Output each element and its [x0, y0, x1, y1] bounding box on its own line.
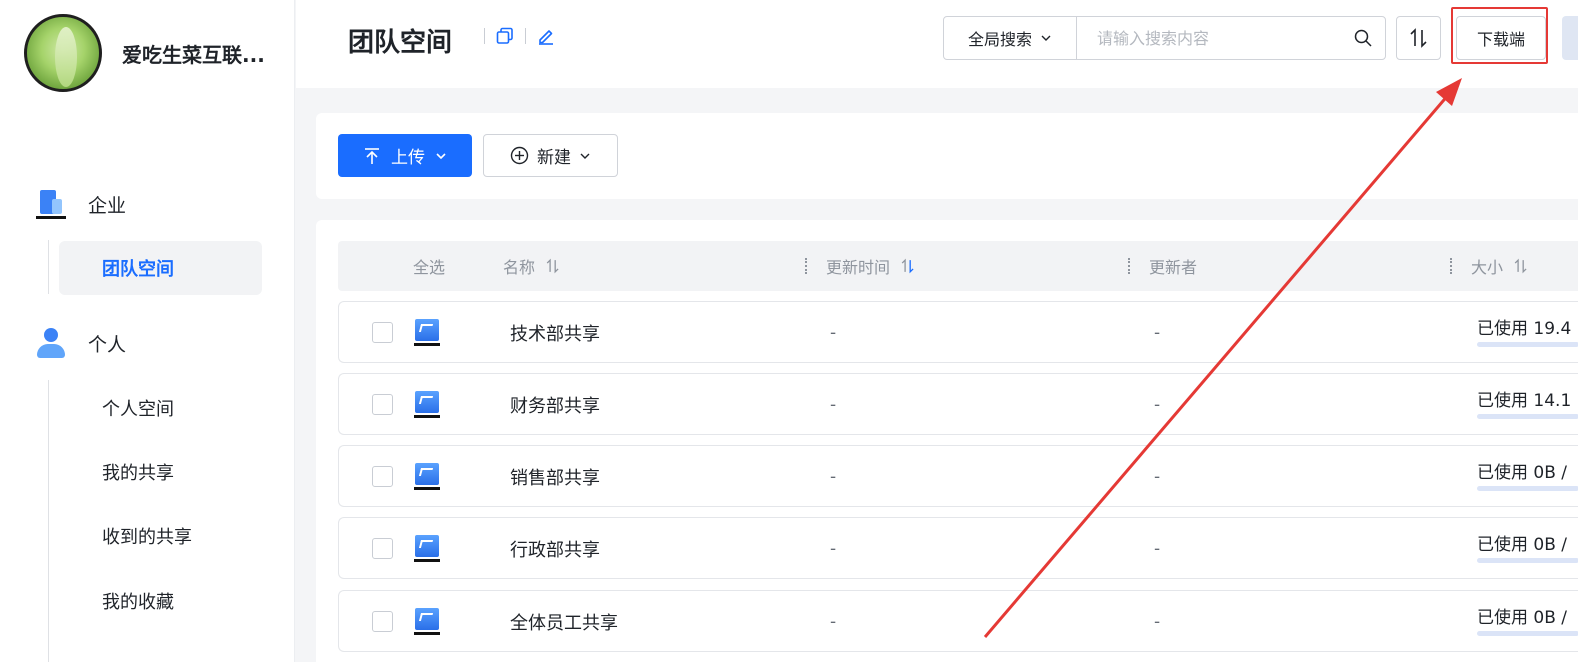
usage-bar — [1477, 486, 1578, 491]
row-updated-time: - — [830, 539, 837, 559]
highlight-box — [1451, 7, 1548, 64]
team-folder-icon — [414, 535, 440, 563]
team-folder-icon — [414, 391, 440, 419]
table-row[interactable]: 财务部共享 - - 已使用 14.1 — [338, 373, 1578, 435]
section-label-personal: 个人 — [88, 333, 127, 356]
row-updated-time: - — [830, 323, 837, 343]
row-name[interactable]: 销售部共享 — [510, 446, 600, 508]
row-updated-time: - — [830, 395, 837, 415]
row-usage: 已使用 19.4 — [1477, 319, 1572, 339]
person-icon — [36, 328, 66, 358]
select-all[interactable]: 全选 — [413, 241, 445, 291]
row-updater: - — [1154, 612, 1161, 632]
row-checkbox[interactable] — [372, 611, 393, 632]
row-updater: - — [1154, 539, 1161, 559]
sort-icon — [901, 258, 914, 274]
column-divider[interactable] — [1128, 258, 1130, 274]
header: 团队空间 全局搜索 下载端 — [296, 0, 1578, 88]
search-input[interactable] — [1077, 17, 1341, 59]
row-name[interactable]: 行政部共享 — [510, 518, 600, 580]
new-label: 新建 — [537, 148, 571, 168]
sidebar-item-my-shares[interactable]: 我的共享 — [59, 445, 262, 499]
row-updated-time: - — [830, 467, 837, 487]
chevron-down-icon — [436, 152, 446, 159]
row-name[interactable]: 全体员工共享 — [510, 591, 618, 653]
section-label-enterprise: 企业 — [88, 194, 127, 217]
sort-icon — [1514, 258, 1527, 274]
table-row[interactable]: 行政部共享 - - 已使用 0B / — [338, 517, 1578, 579]
row-checkbox[interactable] — [372, 466, 393, 487]
global-search: 全局搜索 — [943, 16, 1386, 60]
row-checkbox[interactable] — [372, 538, 393, 559]
row-updater: - — [1154, 467, 1161, 487]
building-icon — [36, 189, 66, 219]
table-row[interactable]: 全体员工共享 - - 已使用 0B / — [338, 590, 1578, 652]
row-updater: - — [1154, 323, 1161, 343]
section-personal[interactable]: 个人 — [36, 328, 126, 358]
upload-icon — [365, 147, 379, 164]
search-icon[interactable] — [1341, 28, 1385, 48]
row-usage: 已使用 14.1 — [1477, 391, 1572, 411]
upload-label: 上传 — [391, 148, 425, 168]
column-size-label: 大小 — [1471, 258, 1504, 277]
usage-bar — [1477, 342, 1578, 347]
header-action-edge[interactable] — [1562, 16, 1578, 60]
sort-icon — [546, 258, 559, 274]
section-enterprise[interactable]: 企业 — [36, 189, 126, 219]
table-header: 全选 名称 更新时间 更新者 大小 — [338, 241, 1578, 291]
edit-icon[interactable] — [536, 26, 556, 46]
nav-divider-line — [48, 240, 49, 294]
brand-name: 爱吃生菜互联... — [122, 42, 265, 67]
column-divider[interactable] — [1450, 258, 1452, 274]
row-usage: 已使用 0B / — [1477, 608, 1568, 628]
page-title: 团队空间 — [348, 28, 453, 58]
row-name[interactable]: 技术部共享 — [510, 302, 600, 364]
sort-icon — [1409, 28, 1427, 48]
column-updated-time-label: 更新时间 — [826, 258, 891, 277]
table-row[interactable]: 技术部共享 - - 已使用 19.4 — [338, 301, 1578, 363]
upload-button[interactable]: 上传 — [338, 134, 472, 177]
row-updated-time: - — [830, 612, 837, 632]
chevron-down-icon — [1041, 35, 1051, 41]
sidebar-item-personal-space[interactable]: 个人空间 — [59, 381, 262, 435]
copy-icon[interactable] — [495, 26, 515, 46]
team-folder-icon — [414, 608, 440, 636]
column-updated-time[interactable]: 更新时间 — [826, 241, 916, 291]
sidebar-item-team-space[interactable]: 团队空间 — [59, 241, 262, 295]
nav-divider-line — [48, 380, 49, 662]
search-scope-label: 全局搜索 — [967, 30, 1032, 49]
row-checkbox[interactable] — [372, 322, 393, 343]
plus-circle-icon — [510, 146, 529, 165]
row-updater: - — [1154, 395, 1161, 415]
row-name[interactable]: 财务部共享 — [510, 374, 600, 436]
row-usage: 已使用 0B / — [1477, 463, 1568, 483]
team-folder-icon — [414, 463, 440, 491]
brand[interactable]: 爱吃生菜互联... — [24, 14, 265, 92]
toolbar: 上传 新建 — [316, 113, 1578, 199]
sidebar-item-favorites[interactable]: 我的收藏 — [59, 574, 262, 628]
search-scope-dropdown[interactable]: 全局搜索 — [944, 17, 1077, 59]
column-name[interactable]: 名称 — [503, 241, 561, 291]
column-updater[interactable]: 更新者 — [1149, 241, 1197, 291]
chevron-down-icon — [580, 153, 590, 159]
sort-button[interactable] — [1396, 16, 1441, 60]
avatar — [24, 14, 102, 92]
new-button[interactable]: 新建 — [483, 134, 618, 177]
column-name-label: 名称 — [503, 258, 536, 277]
team-folder-icon — [414, 319, 440, 347]
usage-bar — [1477, 558, 1578, 563]
table-row[interactable]: 销售部共享 - - 已使用 0B / — [338, 445, 1578, 507]
sidebar: 爱吃生菜互联... 企业 团队空间 个人 个人空间 我的共享 收到的共享 我的收… — [0, 0, 295, 662]
file-table: 全选 名称 更新时间 更新者 大小 技术部共享 - - 已使用 19.4 财务部… — [316, 220, 1578, 662]
sidebar-item-received-shares[interactable]: 收到的共享 — [59, 509, 262, 563]
row-checkbox[interactable] — [372, 394, 393, 415]
title-tools — [474, 26, 556, 46]
column-divider[interactable] — [805, 258, 807, 274]
usage-bar — [1477, 414, 1578, 419]
column-size[interactable]: 大小 — [1471, 241, 1529, 291]
row-usage: 已使用 0B / — [1477, 535, 1568, 555]
usage-bar — [1477, 631, 1578, 636]
